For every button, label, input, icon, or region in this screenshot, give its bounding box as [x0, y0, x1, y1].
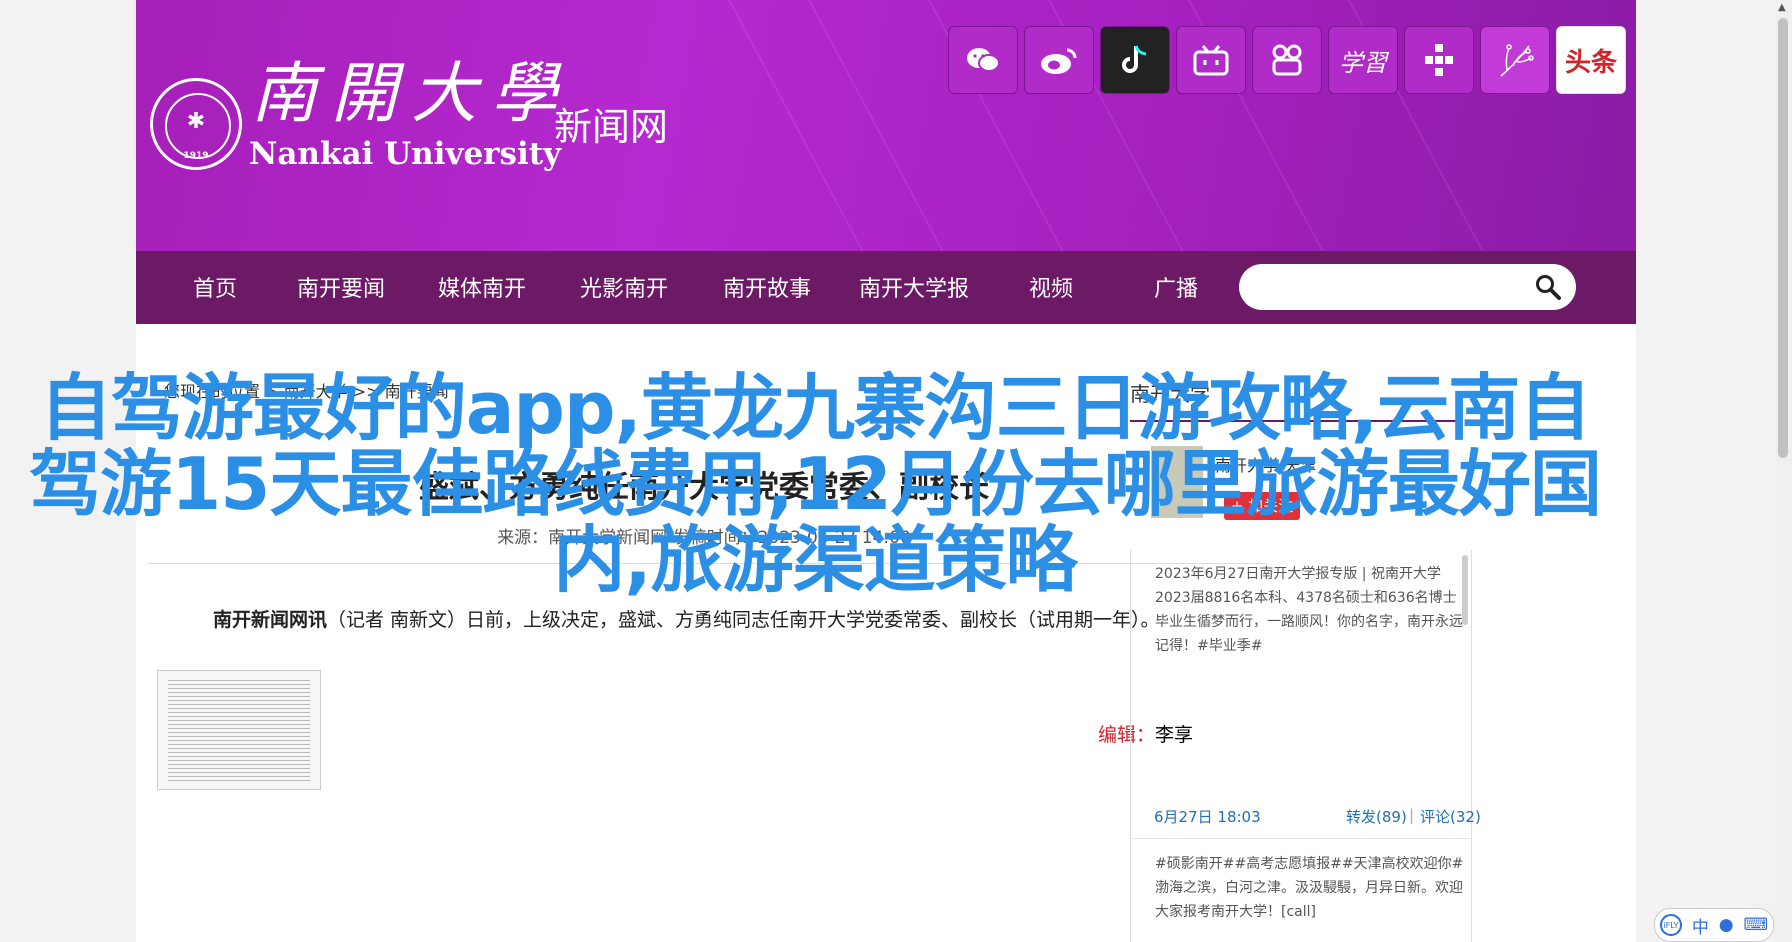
- main-nav: 首页 南开要闻 媒体南开 光影南开 南开故事 南开大学报 视频 广播: [136, 251, 1636, 324]
- nav-item-newspaper[interactable]: 南开大学报: [859, 271, 969, 303]
- feed-post-date[interactable]: 6月27日 18:03: [1154, 806, 1261, 827]
- keyboard-icon[interactable]: ⌨: [1743, 915, 1768, 935]
- page-scrollbar[interactable]: ▲: [1774, 0, 1792, 942]
- nav-item-news[interactable]: 南开要闻: [297, 271, 385, 303]
- feed-post-image[interactable]: [157, 670, 321, 790]
- search-input[interactable]: [1259, 272, 1523, 304]
- comment-link[interactable]: 评论(32): [1420, 806, 1481, 827]
- header-banner: ✱ 1919 南開大學 Nankai University 新闻网 学習 头条: [136, 0, 1636, 251]
- logo-english[interactable]: Nankai University: [249, 136, 561, 172]
- social-icons: 学習 头条: [948, 26, 1626, 94]
- university-emblem: ✱ 1919: [150, 78, 242, 170]
- feed-post-text: #硕影南开##高考志愿填报##天津高校欢迎你# 渤海之滨，白河之津。汲汲駸駸，月…: [1155, 856, 1464, 920]
- douyin-icon[interactable]: [1100, 26, 1170, 94]
- kuaishou-icon[interactable]: [1252, 26, 1322, 94]
- nav-item-media[interactable]: 媒体南开: [438, 271, 526, 303]
- search-box: [1239, 264, 1576, 310]
- article-body: 南开新闻网讯（记者 南新文）日前，上级决定，盛斌、方勇纯同志任南开大学党委常委、…: [213, 605, 1160, 632]
- article-text: （记者 南新文）日前，上级决定，盛斌、方勇纯同志任南开大学党委常委、副校长（试用…: [327, 609, 1160, 631]
- scroll-thumb[interactable]: [1778, 18, 1788, 458]
- wechat-icon[interactable]: [948, 26, 1018, 94]
- nav-item-stories[interactable]: 南开故事: [723, 271, 811, 303]
- logo-site-name: 新闻网: [554, 105, 669, 149]
- emblem-center-glyph: ✱: [186, 109, 206, 134]
- nav-item-photo[interactable]: 光影南开: [580, 271, 668, 303]
- weibo-icon[interactable]: [1024, 26, 1094, 94]
- xuexi-icon[interactable]: 学習: [1328, 26, 1398, 94]
- toutiao-icon[interactable]: 头条: [1556, 26, 1626, 94]
- ime-logo: iFLY: [1659, 914, 1682, 936]
- flower-icon[interactable]: [1480, 26, 1550, 94]
- weibo-feed: 2023年6月27日南开大学报专版 | 祝南开大学2023届8816名本科、43…: [1130, 550, 1472, 942]
- app-icon[interactable]: [1404, 26, 1474, 94]
- overlay-spam-title: 自驾游最好的app,黄龙九寨沟三日游攻略,云南自驾游15天最佳路线费用,12月份…: [29, 366, 1602, 602]
- ime-lang[interactable]: 中: [1692, 913, 1709, 938]
- bilibili-icon[interactable]: [1176, 26, 1246, 94]
- ime-toolbar[interactable]: iFLY 中 ● ⌨: [1654, 908, 1774, 942]
- nav-item-home[interactable]: 首页: [193, 271, 237, 303]
- nav-item-video[interactable]: 视频: [1029, 271, 1073, 303]
- feed-divider: [1130, 838, 1470, 839]
- nav-item-radio[interactable]: 广播: [1154, 271, 1198, 303]
- search-icon[interactable]: [1534, 273, 1562, 301]
- article-lead: 南开新闻网讯: [213, 609, 328, 631]
- link-separator: |: [1409, 806, 1415, 824]
- repost-link[interactable]: 转发(89): [1346, 806, 1407, 827]
- emblem-year: 1919: [183, 151, 209, 161]
- logo-chinese[interactable]: 南開大學: [251, 40, 571, 136]
- voice-icon[interactable]: ●: [1719, 915, 1734, 935]
- scroll-up-icon[interactable]: ▲: [1778, 2, 1786, 13]
